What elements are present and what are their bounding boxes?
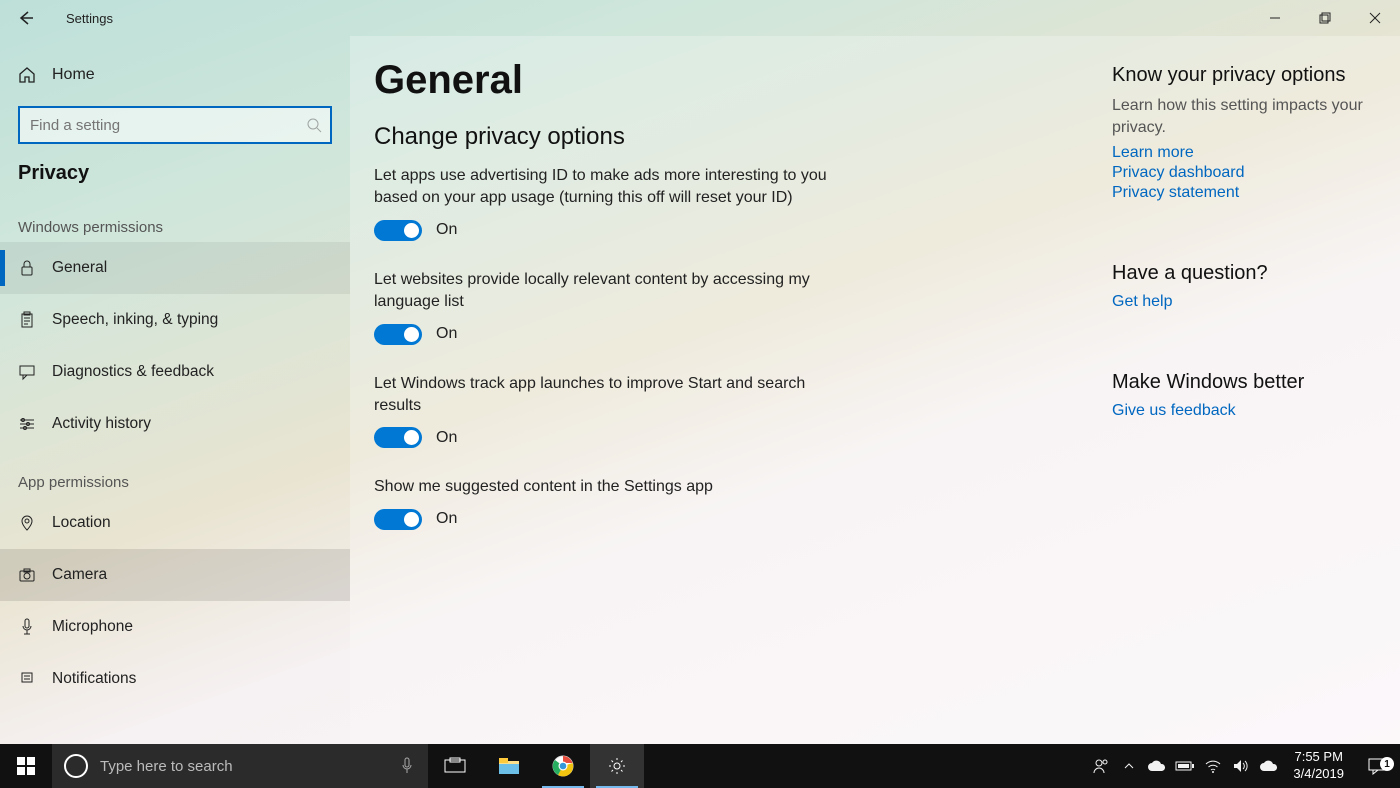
taskbar-file-explorer[interactable]: [482, 744, 536, 788]
sidebar-item-camera[interactable]: Camera: [0, 549, 350, 601]
clock-time: 7:55 PM: [1293, 749, 1344, 766]
link-learn-more[interactable]: Learn more: [1112, 144, 1380, 162]
setting-description: Let websites provide locally relevant co…: [374, 269, 844, 314]
toggle-advertising-id[interactable]: [374, 220, 422, 241]
clock-date: 3/4/2019: [1293, 766, 1344, 783]
sidebar-item-label: Diagnostics & feedback: [52, 363, 214, 381]
taskbar-settings[interactable]: [590, 744, 644, 788]
system-tray: 7:55 PM 3/4/2019 1: [1087, 744, 1400, 788]
taskbar-chrome[interactable]: [536, 744, 590, 788]
link-give-feedback[interactable]: Give us feedback: [1112, 402, 1380, 420]
setting-description: Let Windows track app launches to improv…: [374, 373, 844, 418]
bell-icon: [18, 670, 36, 688]
toggle-suggested-content[interactable]: [374, 509, 422, 530]
tray-people-icon[interactable]: [1087, 757, 1115, 775]
setting-language-list: Let websites provide locally relevant co…: [374, 269, 844, 345]
window-controls: [1250, 0, 1400, 36]
sidebar-group-windows-permissions: Windows permissions: [0, 195, 350, 242]
mic-icon[interactable]: [400, 756, 414, 776]
sidebar-item-activity-history[interactable]: Activity history: [0, 398, 350, 450]
sidebar-item-label: Location: [52, 514, 111, 532]
info-panel: Know your privacy options Learn how this…: [1104, 58, 1400, 744]
sidebar-item-speech[interactable]: Speech, inking, & typing: [0, 294, 350, 346]
toggle-state-label: On: [436, 221, 457, 239]
tray-wifi-icon[interactable]: [1199, 759, 1227, 773]
setting-track-app-launches: Let Windows track app launches to improv…: [374, 373, 844, 449]
sidebar-item-notifications[interactable]: Notifications: [0, 653, 350, 705]
toggle-state-label: On: [436, 429, 457, 447]
sidebar-home-label: Home: [52, 66, 95, 84]
sidebar-item-label: Camera: [52, 566, 107, 584]
link-privacy-dashboard[interactable]: Privacy dashboard: [1112, 164, 1380, 182]
maximize-button[interactable]: [1300, 0, 1350, 36]
sidebar-item-microphone[interactable]: Microphone: [0, 601, 350, 653]
section-heading: Change privacy options: [374, 123, 1104, 151]
setting-description: Show me suggested content in the Setting…: [374, 476, 844, 498]
location-icon: [18, 514, 36, 532]
microphone-icon: [18, 618, 36, 636]
toggle-state-label: On: [436, 510, 457, 528]
tray-battery-icon[interactable]: [1171, 760, 1199, 772]
toggle-state-label: On: [436, 325, 457, 343]
search-icon: [306, 117, 322, 133]
clipboard-icon: [18, 311, 36, 329]
tray-onedrive-icon[interactable]: [1143, 759, 1171, 773]
feedback-icon: [18, 363, 36, 381]
start-button[interactable]: [0, 744, 52, 788]
setting-description: Let apps use advertising ID to make ads …: [374, 165, 844, 210]
setting-suggested-content: Show me suggested content in the Setting…: [374, 476, 844, 529]
back-button[interactable]: [0, 0, 52, 36]
lock-icon: [18, 259, 36, 277]
tray-overflow-icon[interactable]: [1115, 760, 1143, 772]
info-heading-privacy: Know your privacy options: [1112, 64, 1380, 87]
taskbar-task-view[interactable]: [428, 744, 482, 788]
cortana-icon: [64, 754, 88, 778]
taskbar-search-placeholder: Type here to search: [100, 758, 233, 775]
page-title: General: [374, 58, 1104, 103]
taskbar-clock[interactable]: 7:55 PM 3/4/2019: [1283, 749, 1354, 783]
sidebar-item-label: Activity history: [52, 415, 151, 433]
tray-cloud-icon[interactable]: [1255, 759, 1283, 773]
action-center-badge: 1: [1380, 757, 1394, 771]
timeline-icon: [18, 415, 36, 433]
toggle-language-list[interactable]: [374, 324, 422, 345]
sidebar-item-label: Microphone: [52, 618, 133, 636]
info-text: Learn how this setting impacts your priv…: [1112, 95, 1380, 140]
info-heading-feedback: Make Windows better: [1112, 371, 1380, 394]
link-get-help[interactable]: Get help: [1112, 293, 1380, 311]
search-input[interactable]: [18, 106, 332, 144]
sidebar-item-label: Notifications: [52, 670, 136, 688]
info-heading-question: Have a question?: [1112, 262, 1380, 285]
sidebar-item-label: Speech, inking, & typing: [52, 311, 218, 329]
action-center-button[interactable]: 1: [1354, 757, 1400, 775]
link-privacy-statement[interactable]: Privacy statement: [1112, 184, 1380, 202]
tray-volume-icon[interactable]: [1227, 758, 1255, 774]
sidebar: Home Privacy Windows permissions General…: [0, 36, 350, 744]
home-icon: [18, 66, 36, 84]
setting-advertising-id: Let apps use advertising ID to make ads …: [374, 165, 844, 241]
sidebar-item-home[interactable]: Home: [0, 50, 350, 100]
sidebar-category: Privacy: [0, 162, 350, 195]
sidebar-item-general[interactable]: General: [0, 242, 350, 294]
taskbar: Type here to search: [0, 744, 1400, 788]
sidebar-item-diagnostics[interactable]: Diagnostics & feedback: [0, 346, 350, 398]
app-title: Settings: [52, 0, 1250, 36]
sidebar-item-label: General: [52, 259, 107, 277]
camera-icon: [18, 567, 36, 583]
settings-search: [18, 106, 332, 144]
close-button[interactable]: [1350, 0, 1400, 36]
taskbar-search[interactable]: Type here to search: [52, 744, 428, 788]
sidebar-group-app-permissions: App permissions: [0, 450, 350, 497]
titlebar: Settings: [0, 0, 1400, 36]
sidebar-item-location[interactable]: Location: [0, 497, 350, 549]
toggle-track-app-launches[interactable]: [374, 427, 422, 448]
minimize-button[interactable]: [1250, 0, 1300, 36]
main-panel: General Change privacy options Let apps …: [350, 36, 1400, 744]
